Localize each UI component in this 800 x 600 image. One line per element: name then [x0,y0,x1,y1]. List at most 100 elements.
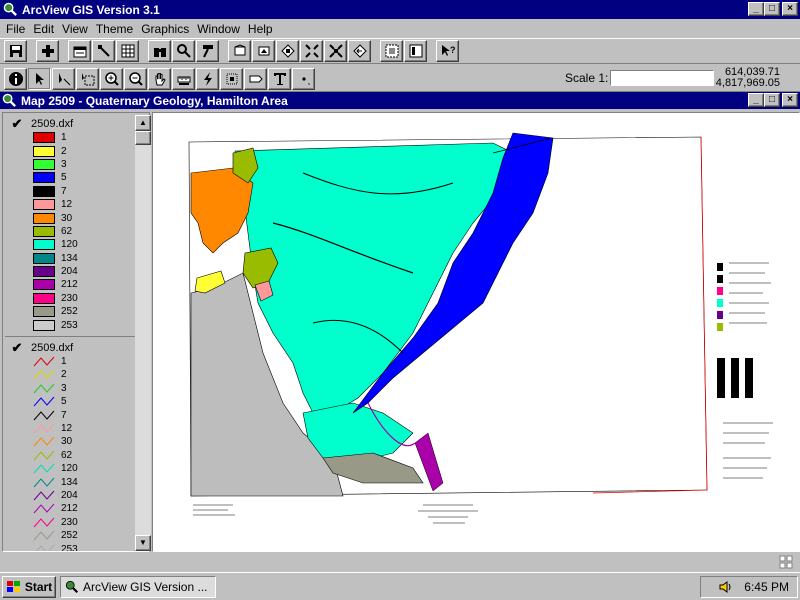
legend-class-label: 7 [61,409,67,421]
legend-class-row[interactable]: 134 [11,475,135,488]
legend-class-row[interactable]: 3 [11,382,135,395]
zoom-to-themes-button[interactable] [252,40,275,62]
zoom-full-extent-button[interactable] [228,40,251,62]
label-tool[interactable] [244,67,267,90]
hotlink-tool[interactable] [196,67,219,90]
theme-visible-checkbox[interactable]: ✔ [11,116,23,131]
map-notes [193,504,478,524]
menu-bar: File Edit View Theme Graphics Window Hel… [0,20,800,37]
menu-theme[interactable]: Theme [94,22,139,36]
clock[interactable]: 6:45 PM [744,580,789,594]
legend-class-row[interactable]: 253 [11,318,135,331]
minimize-button[interactable]: _ [748,2,764,16]
maximize-button[interactable]: □ [764,2,780,16]
legend-class-row[interactable]: 2 [11,144,135,157]
view-maximize-button[interactable]: □ [764,93,780,107]
legend-class-row[interactable]: 3 [11,158,135,171]
line-symbol-icon [33,383,55,394]
scroll-up-arrow-icon[interactable]: ▲ [135,115,151,131]
legend-class-row[interactable]: 7 [11,408,135,421]
clear-selection-button[interactable] [404,40,427,62]
vertex-edit-icon [58,72,70,85]
zoom-out-tool[interactable] [124,67,147,90]
toc-scrollbar[interactable]: ▲ ▼ [135,115,151,551]
view-minimize-button[interactable]: _ [748,93,764,107]
open-table-button[interactable] [116,40,139,62]
edit-legend-button[interactable] [92,40,115,62]
identify-tool[interactable] [4,67,27,90]
legend-class-row[interactable]: 120 [11,238,135,251]
theme-properties-button[interactable] [68,40,91,62]
legend-class-row[interactable]: 230 [11,516,135,529]
legend-class-row[interactable]: 5 [11,395,135,408]
coordinate-readout: 614,039.71 4,817,969.05 [716,67,780,89]
legend-class-row[interactable]: 5 [11,171,135,184]
legend-class-row[interactable]: 30 [11,435,135,448]
legend-class-row[interactable]: 12 [11,422,135,435]
map-display[interactable] [152,112,800,552]
legend-class-row[interactable]: 7 [11,185,135,198]
pointer-tool[interactable] [28,67,51,90]
legend-class-row[interactable]: 30 [11,211,135,224]
legend-class-row[interactable]: 120 [11,462,135,475]
legend-class-row[interactable]: 252 [11,529,135,542]
zoom-in-tool[interactable] [100,67,123,90]
theme-visible-checkbox[interactable]: ✔ [11,340,23,355]
menu-file[interactable]: File [4,22,31,36]
geology-map[interactable] [153,113,799,551]
start-button[interactable]: Start [2,575,56,598]
legend-class-row[interactable]: 204 [11,489,135,502]
scroll-thumb[interactable] [135,131,151,145]
legend-class-row[interactable]: 212 [11,502,135,515]
area-of-interest-tool[interactable] [220,67,243,90]
select-feature-tool[interactable] [76,67,99,90]
scale-input[interactable] [610,70,715,86]
close-button[interactable]: × [782,2,798,16]
menu-graphics[interactable]: Graphics [139,22,195,36]
fill-swatch [33,292,55,304]
scroll-down-arrow-icon[interactable]: ▼ [135,535,151,551]
legend-class-row[interactable]: 204 [11,265,135,278]
menu-window[interactable]: Window [195,22,246,36]
save-button[interactable] [4,40,27,62]
vertex-edit-tool[interactable] [52,67,75,90]
zoom-to-selected-button[interactable] [276,40,299,62]
locate-button[interactable] [196,40,219,62]
speaker-icon[interactable] [718,579,734,595]
zoom-in-button[interactable] [300,40,323,62]
zoom-previous-button[interactable] [348,40,371,62]
line-symbol-icon [33,504,55,514]
find-button[interactable] [148,40,171,62]
line-symbol-icon [35,544,55,551]
zoom-out-button[interactable] [324,40,347,62]
help-button[interactable]: ? [436,40,459,62]
pan-tool[interactable] [148,67,171,90]
menu-view[interactable]: View [60,22,94,36]
legend-class-row[interactable]: 230 [11,292,135,305]
size-grip-icon[interactable] [778,554,794,570]
select-features-button[interactable] [380,40,403,62]
menu-help[interactable]: Help [246,22,279,36]
add-theme-button[interactable] [36,40,59,62]
legend-class-row[interactable]: 2 [11,368,135,381]
ruler-icon [177,76,190,85]
draw-tool[interactable] [292,67,315,90]
legend-class-row[interactable]: 1 [11,355,135,368]
legend-class-row[interactable]: 252 [11,305,135,318]
text-tool[interactable] [268,67,291,90]
legend-class-row[interactable]: 212 [11,278,135,291]
theme-polygon[interactable]: ✔ 2509.dxf 1 2 3 5 7 12 30 62 120 134 204 212 230 252… [5,115,135,332]
query-builder-button[interactable] [172,40,195,62]
legend-class-row[interactable]: 62 [11,225,135,238]
legend-class-row[interactable]: 134 [11,252,135,265]
legend-class-row[interactable]: 62 [11,449,135,462]
legend-class-row[interactable]: 12 [11,198,135,211]
legend-class-row[interactable]: 253 [11,542,135,551]
view-close-button[interactable]: × [782,93,798,107]
legend-class-label: 12 [61,199,73,211]
legend-class-row[interactable]: 1 [11,131,135,144]
theme-line[interactable]: ✔ 2509.dxf 1 2 3 5 7 12 30 62 120 134 204 212 230 252… [5,339,135,551]
measure-tool[interactable] [172,67,195,90]
taskbar-arcview-item[interactable]: ArcView GIS Version ... [60,575,216,598]
menu-edit[interactable]: Edit [31,22,60,36]
